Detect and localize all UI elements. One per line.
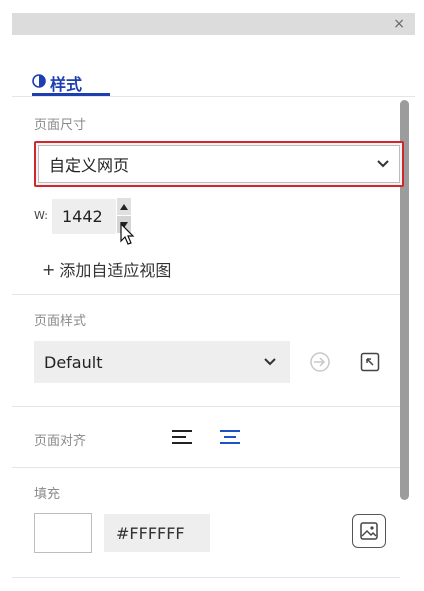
- page-size-label: 页面尺寸: [34, 118, 87, 133]
- edit-style-icon[interactable]: [360, 352, 380, 372]
- fill-image-button[interactable]: [352, 514, 386, 548]
- fill-label: 填充: [34, 487, 61, 502]
- fill-color-swatch[interactable]: [34, 513, 92, 553]
- page-style-select-value: Default: [44, 352, 103, 372]
- apply-style-icon[interactable]: [309, 351, 331, 373]
- divider: [12, 294, 400, 295]
- image-icon: [360, 522, 378, 540]
- fill-color-value: #FFFFFF: [116, 523, 185, 543]
- width-input[interactable]: 1442: [52, 199, 116, 234]
- style-panel: × 样式 页面尺寸 自定义网页 W: 1442 + 添加自适应视图 页面样式 D…: [12, 13, 415, 583]
- page-style-label: 页面样式: [34, 314, 87, 329]
- fill-color-input[interactable]: #FFFFFF: [104, 514, 210, 552]
- divider: [12, 577, 400, 578]
- mouse-cursor-icon: [120, 223, 135, 245]
- plus-icon: +: [42, 259, 56, 279]
- add-adaptive-view-button[interactable]: + 添加自适应视图: [42, 257, 171, 281]
- page-size-select[interactable]: 自定义网页: [38, 145, 400, 183]
- page-size-select-value: 自定义网页: [49, 156, 130, 175]
- width-input-value: 1442: [62, 207, 103, 226]
- width-stepper-up[interactable]: [117, 198, 131, 215]
- title-bar: ×: [12, 13, 415, 35]
- divider: [12, 467, 400, 468]
- page-size-select-highlight: 自定义网页: [34, 141, 404, 187]
- page-align-label: 页面对齐: [34, 434, 87, 449]
- tab-divider: [12, 96, 415, 97]
- chevron-down-icon: [377, 160, 389, 168]
- page-style-select[interactable]: Default: [34, 341, 290, 383]
- chevron-down-icon: [264, 358, 276, 366]
- tab-style[interactable]: 样式: [32, 71, 82, 105]
- divider: [12, 406, 400, 407]
- close-icon[interactable]: ×: [393, 15, 405, 33]
- align-left-icon[interactable]: [172, 429, 194, 445]
- palette-icon: [32, 74, 46, 88]
- add-adaptive-view-label: 添加自适应视图: [59, 261, 172, 280]
- tab-style-label: 样式: [50, 75, 83, 94]
- align-center-icon[interactable]: [220, 429, 242, 445]
- width-label: W:: [34, 209, 48, 222]
